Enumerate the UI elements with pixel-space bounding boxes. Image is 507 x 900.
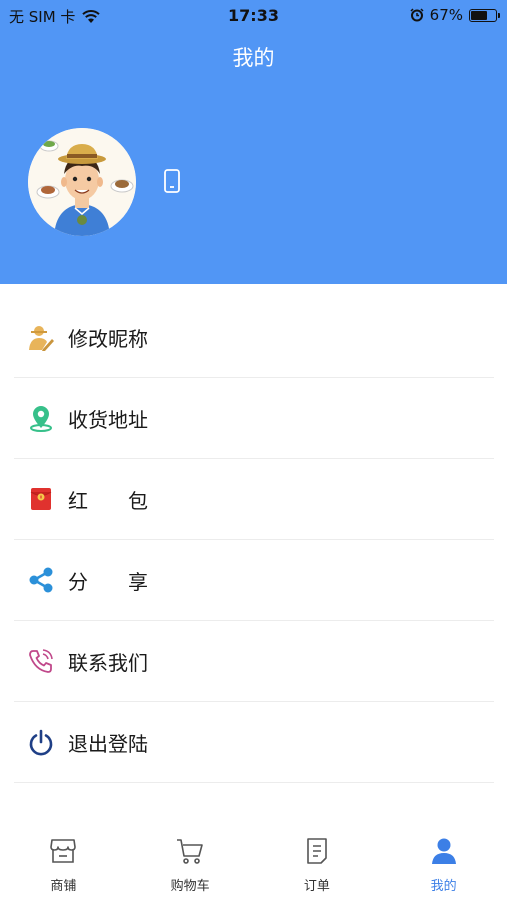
- share-icon: [29, 567, 53, 593]
- avatar-illustration: [28, 128, 136, 236]
- battery-percent: 67%: [429, 6, 463, 24]
- menu-item-label: 收货地址: [68, 407, 148, 432]
- location-pin-icon: [30, 406, 52, 432]
- order-icon: [307, 838, 327, 864]
- menu-item-edit-nickname[interactable]: 修改昵称: [14, 297, 494, 378]
- user-icon: [431, 838, 456, 864]
- profile-menu: 修改昵称 收货地址 红 包 分 享 联系我们 退出登陆: [0, 297, 507, 783]
- menu-item-label: 分 享: [68, 569, 148, 594]
- battery-icon: [469, 8, 500, 22]
- tab-mine[interactable]: 我的: [380, 820, 507, 900]
- cart-icon: [177, 839, 203, 864]
- tab-label: 我的: [430, 879, 457, 894]
- tab-label: 订单: [303, 879, 330, 894]
- menu-item-logout[interactable]: 退出登陆: [14, 702, 494, 783]
- menu-item-label: 退出登陆: [68, 731, 148, 756]
- tab-orders[interactable]: 订单: [254, 820, 381, 900]
- tab-cart[interactable]: 购物车: [127, 820, 254, 900]
- tab-store[interactable]: 商铺: [0, 820, 127, 900]
- menu-item-shipping-address[interactable]: 收货地址: [14, 378, 494, 459]
- menu-item-label: 联系我们: [68, 650, 148, 675]
- menu-item-share[interactable]: 分 享: [14, 540, 494, 621]
- tab-label: 购物车: [170, 879, 210, 894]
- bottom-tab-bar: 商铺 购物车 订单 我的: [0, 820, 507, 900]
- power-icon: [29, 729, 53, 756]
- status-bar: 无 SIM 卡 17:33 67%: [0, 0, 507, 30]
- menu-item-label: 修改昵称: [68, 326, 148, 351]
- mobile-phone-icon[interactable]: [161, 168, 183, 194]
- phone-call-icon: [29, 649, 53, 673]
- user-edit-icon: [29, 326, 54, 351]
- page-title: 我的: [232, 46, 275, 70]
- alarm-icon: [410, 8, 424, 22]
- tab-label: 商铺: [50, 879, 77, 894]
- avatar[interactable]: [28, 128, 136, 236]
- profile-header: 无 SIM 卡 17:33 67% 我的: [0, 0, 507, 284]
- battery-fill: [471, 10, 488, 20]
- menu-item-contact-us[interactable]: 联系我们: [14, 621, 494, 702]
- red-envelope-icon: [30, 488, 52, 510]
- store-icon: [50, 839, 77, 863]
- menu-item-red-envelope[interactable]: 红 包: [14, 459, 494, 540]
- menu-item-label: 红 包: [68, 488, 148, 513]
